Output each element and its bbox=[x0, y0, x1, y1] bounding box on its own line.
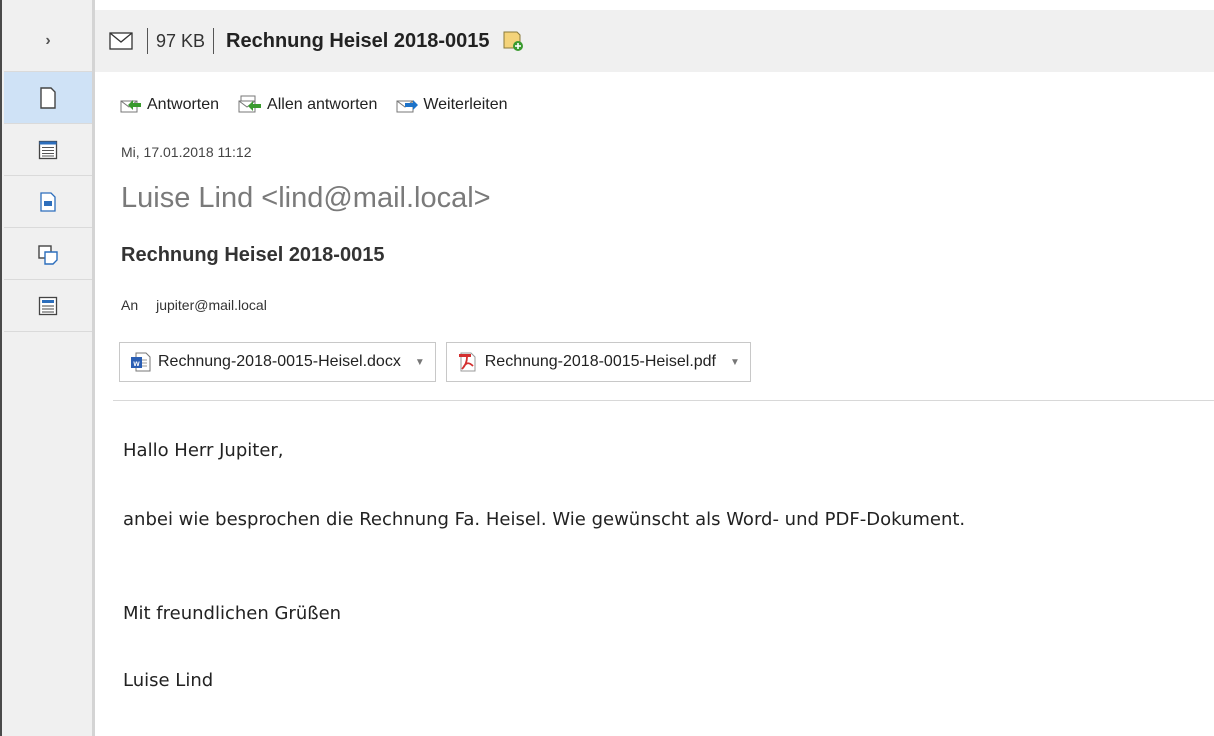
envelope-icon bbox=[109, 32, 133, 50]
svg-text:w: w bbox=[132, 359, 140, 368]
details-icon bbox=[38, 296, 58, 315]
dropdown-arrow-icon[interactable]: ▼ bbox=[730, 357, 740, 368]
attachment-pdf[interactable]: Rechnung-2018-0015-Heisel.pdf ▼ bbox=[445, 342, 751, 382]
attachment-name: Rechnung-2018-0015-Heisel.docx bbox=[158, 353, 401, 370]
reply-button[interactable]: Antworten bbox=[119, 95, 219, 115]
separator bbox=[213, 28, 215, 54]
view-rail: › bbox=[0, 0, 95, 736]
expand-button[interactable]: › bbox=[4, 10, 92, 72]
message-size: 97 KB bbox=[156, 30, 206, 51]
table-icon bbox=[38, 140, 58, 159]
table-view-button[interactable] bbox=[4, 124, 92, 176]
document-icon bbox=[40, 86, 56, 109]
forward-label: Weiterleiten bbox=[423, 96, 508, 113]
word-icon: w bbox=[131, 352, 151, 372]
dropdown-arrow-icon[interactable]: ▼ bbox=[415, 357, 425, 368]
to-label: An bbox=[121, 297, 139, 313]
attachment-docx[interactable]: w Rechnung-2018-0015-Heisel.docx ▼ bbox=[119, 342, 436, 382]
message-subject: Rechnung Heisel 2018-0015 bbox=[121, 244, 385, 266]
reply-icon bbox=[120, 100, 141, 113]
attachment-list: w Rechnung-2018-0015-Heisel.docx ▼ Rechn… bbox=[119, 342, 761, 382]
message-pane: Antworten Allen antworten Weiterleiten M… bbox=[95, 72, 1214, 736]
text-view-button[interactable] bbox=[4, 176, 92, 228]
pdf-icon bbox=[458, 352, 476, 372]
details-view-button[interactable] bbox=[4, 280, 92, 332]
forward-icon bbox=[396, 100, 419, 113]
forward-button[interactable]: Weiterleiten bbox=[395, 95, 508, 115]
body-signature: Luise Lind bbox=[123, 670, 214, 691]
notes-icon bbox=[38, 244, 58, 265]
message-sender[interactable]: Luise Lind <lind@mail.local> bbox=[121, 182, 491, 215]
message-header-bar: 97 KB Rechnung Heisel 2018-0015 bbox=[95, 10, 1214, 72]
notes-view-button[interactable] bbox=[4, 228, 92, 280]
action-bar: Antworten Allen antworten Weiterleiten bbox=[119, 94, 526, 116]
reply-label: Antworten bbox=[147, 96, 220, 113]
recipient-row: An jupiter@mail.local bbox=[121, 297, 267, 313]
body-greeting: Hallo Herr Jupiter, bbox=[123, 440, 284, 461]
header-subject: Rechnung Heisel 2018-0015 bbox=[226, 29, 490, 52]
recipient-address[interactable]: jupiter@mail.local bbox=[156, 297, 267, 313]
reply-all-label: Allen antworten bbox=[267, 96, 378, 113]
body-closing: Mit freundlichen Grüßen bbox=[123, 603, 342, 624]
separator bbox=[147, 28, 148, 54]
message-view-button[interactable] bbox=[4, 72, 92, 124]
reply-all-button[interactable]: Allen antworten bbox=[237, 94, 377, 116]
chevron-right-icon: › bbox=[45, 31, 51, 49]
attachment-name: Rechnung-2018-0015-Heisel.pdf bbox=[484, 353, 716, 370]
body-line: anbei wie besprochen die Rechnung Fa. He… bbox=[123, 509, 966, 530]
header-divider bbox=[113, 400, 1214, 401]
text-document-icon bbox=[40, 191, 56, 212]
message-date: Mi, 17.01.2018 11:12 bbox=[121, 144, 252, 160]
add-note-icon[interactable] bbox=[502, 30, 524, 52]
reply-all-icon bbox=[238, 95, 262, 113]
